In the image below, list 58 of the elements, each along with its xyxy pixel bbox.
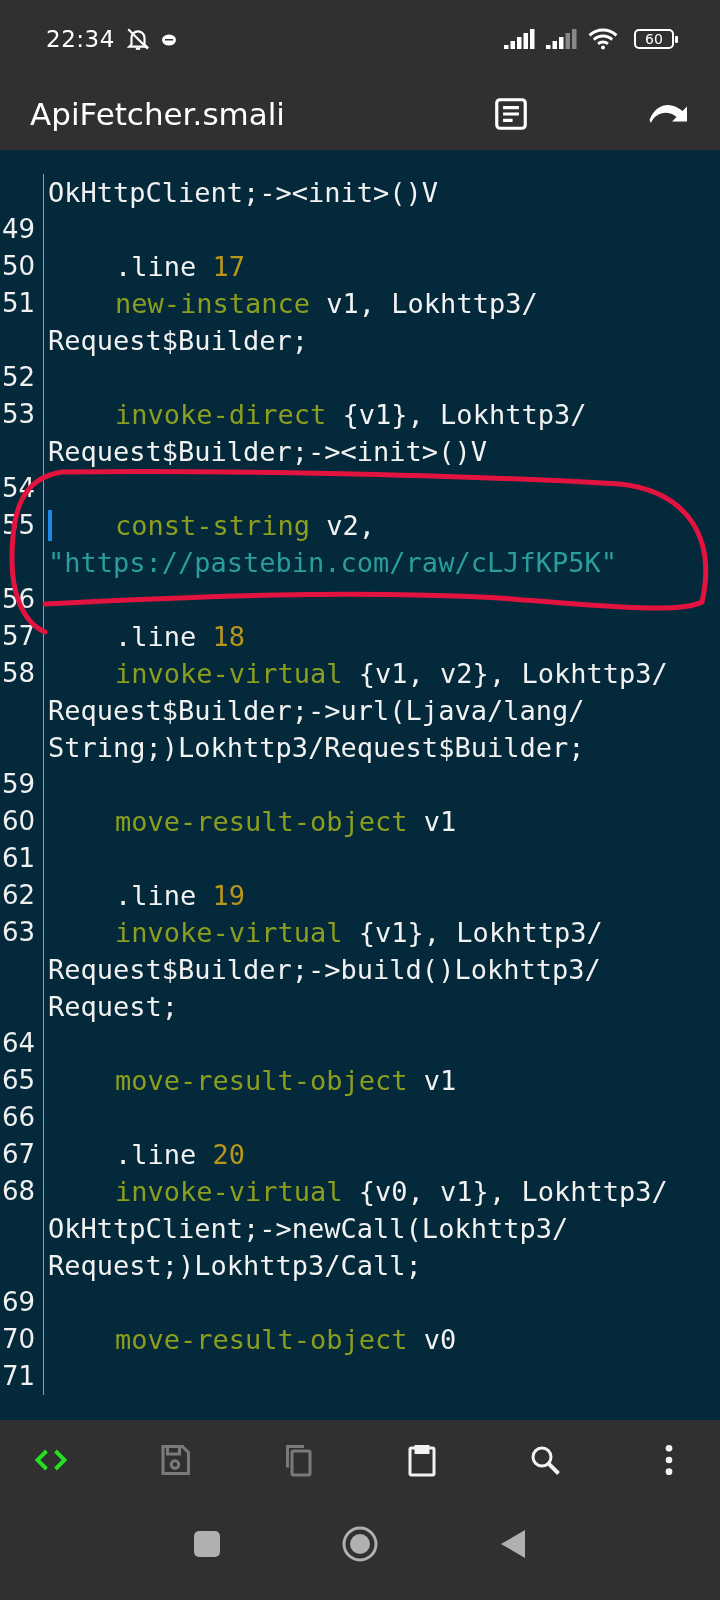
line-number: 60 [1,805,37,838]
line-number: 70 [1,1323,37,1356]
signal-icon [504,29,536,49]
code-line: .line 18 [114,620,247,654]
line-number: 64 [1,1027,37,1060]
code-line: OkHttpClient;-><init>()V [48,176,440,210]
more-icon [664,1445,673,1475]
circle-icon [341,1525,379,1563]
line-number: 66 [1,1101,37,1134]
document-icon[interactable] [492,95,530,133]
code-line: invoke-virtual {v0, v1}, Lokhttp3/ [114,1175,669,1209]
status-time: 22:34 [46,26,115,52]
line-number: 50 [1,250,37,283]
code-line: move-result-object v0 [114,1323,458,1357]
code-line: "https://pastebin.com/raw/cLJfKP5K" [48,546,618,580]
code-line: Request;)Lokhttp3/Call; [48,1249,423,1283]
code-line: Request$Builder; [48,324,310,358]
line-number: 57 [1,620,37,653]
square-icon [193,1530,221,1558]
notification-icon [160,32,177,46]
code-line: Request$Builder;-><init>()V [48,435,488,469]
code-line: OkHttpClient;->newCall(Lokhttp3/ [48,1212,570,1246]
code-line: .line 20 [114,1138,247,1172]
line-number: 59 [1,768,37,801]
line-number: 63 [1,916,37,949]
line-number: 65 [1,1064,37,1097]
code-line: Request$Builder;->build()Lokhttp3/ [48,953,602,987]
code-line: move-result-object v1 [114,1064,458,1098]
signal-icon [546,29,578,49]
home-button[interactable] [341,1525,379,1563]
back-button[interactable] [499,1528,527,1560]
code-line: move-result-object v1 [114,805,458,839]
code-line: .line 19 [114,879,247,913]
line-number: 62 [1,879,37,912]
line-number: 68 [1,1175,37,1208]
line-number: 49 [1,213,37,246]
back-icon [499,1528,527,1560]
line-number: 69 [1,1286,37,1319]
file-title: ApiFetcher.smali [30,96,286,132]
code-line: .line 17 [114,250,247,284]
line-number: 52 [1,361,37,394]
code-line: invoke-virtual {v1, v2}, Lokhttp3/ [114,657,669,691]
code-line: const-string v2, [114,509,377,543]
code-line: Request; [48,990,180,1024]
line-number: 61 [1,842,37,875]
line-number: 58 [1,657,37,690]
line-number: 53 [1,398,37,431]
recents-button[interactable] [193,1530,221,1558]
line-number: 71 [1,1360,37,1393]
code-line: new-instance v1, Lokhttp3/ [114,287,539,321]
muted-bell-icon [124,26,151,52]
code-line: Request$Builder;->url(Ljava/lang/ [48,694,586,728]
code-line: invoke-direct {v1}, Lokhttp3/ [114,398,588,432]
wifi-icon [588,28,618,50]
code-line: String;)Lokhttp3/Request$Builder; [48,731,586,765]
line-number: 51 [1,287,37,320]
code-line: invoke-virtual {v1}, Lokhttp3/ [114,916,604,950]
line-number: 67 [1,1138,37,1171]
